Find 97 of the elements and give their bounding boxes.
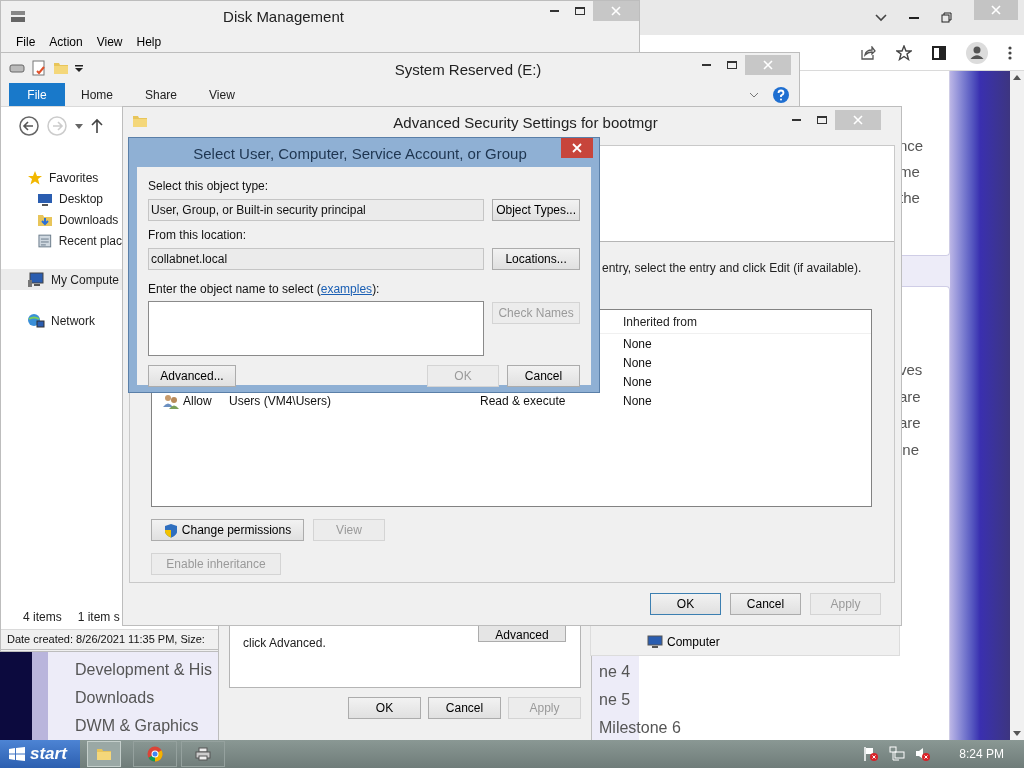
star-icon	[27, 169, 43, 186]
computer-label: Computer	[667, 634, 720, 651]
menu-item[interactable]: Help	[131, 33, 167, 51]
dialog-title: Select User, Computer, Service Account, or Group	[192, 144, 528, 164]
menu-item[interactable]: View	[91, 33, 128, 51]
ribbon-tab[interactable]: Home	[65, 83, 129, 106]
star-icon[interactable]	[896, 44, 912, 61]
new-folder-icon	[53, 60, 69, 76]
close-icon	[572, 143, 582, 153]
computer-icon	[27, 271, 45, 288]
nav-item[interactable]: Recent plac	[1, 230, 122, 251]
taskbar-browser-button[interactable]	[133, 741, 177, 767]
examples-link[interactable]: examples	[320, 282, 373, 296]
dialog-button[interactable]: Cancel	[730, 593, 801, 615]
restore-icon[interactable]	[941, 12, 952, 23]
window-title: Disk Management	[222, 7, 345, 27]
scroll-up-arrow-icon[interactable]	[1013, 75, 1021, 80]
share-icon[interactable]	[860, 45, 876, 60]
window-title: Advanced Security Settings for bootmgr	[392, 113, 659, 133]
location-field: collabnet.local	[148, 248, 485, 270]
principal-cell-text: Users (VM4\Users)	[229, 392, 332, 410]
ribbon-tab[interactable]: File	[9, 83, 65, 106]
inherited-cell-text: None	[623, 392, 652, 410]
dialog-button[interactable]: OK	[650, 593, 721, 615]
inherited-cell-text: None	[623, 354, 652, 372]
locations-button[interactable]: Locations...	[492, 248, 580, 270]
network-icon	[27, 312, 45, 329]
close-icon	[611, 6, 621, 16]
nav-item[interactable]: Desktop	[1, 188, 122, 209]
field-label: Enter the object name to select (examples):	[148, 281, 381, 298]
card-text: Milestone 6	[599, 718, 682, 738]
minimize-icon[interactable]	[909, 16, 919, 19]
close-button[interactable]	[561, 138, 593, 158]
ribbon-tab[interactable]: View	[193, 83, 251, 106]
scrollbar[interactable]	[1010, 71, 1024, 740]
printer-icon	[195, 747, 211, 761]
inherited-cell-text: None	[623, 335, 652, 353]
start-button[interactable]: start	[0, 740, 80, 768]
browser-icon	[147, 746, 163, 762]
menu-item[interactable]: File	[11, 33, 41, 51]
nav-item[interactable]: Downloads	[1, 209, 122, 230]
taskbar-printer-button[interactable]	[181, 741, 225, 767]
card-text: ne 4	[599, 662, 632, 682]
profile-icon[interactable]	[966, 41, 988, 64]
more-menu-icon[interactable]	[1008, 45, 1012, 60]
nav-item[interactable]: Network	[1, 310, 122, 331]
object-type-field: User, Group, or Built-in security principal	[148, 199, 485, 221]
menu-item[interactable]: Action	[44, 33, 88, 51]
speaker-muted-icon[interactable]	[915, 746, 932, 762]
nav-item[interactable]: Favorites	[1, 167, 122, 188]
dialog-button[interactable]: Cancel	[507, 365, 580, 387]
advanced-button[interactable]: Advanced	[478, 626, 566, 642]
recent-places-icon	[37, 232, 53, 249]
object-name-field[interactable]	[148, 301, 485, 356]
dialog-button[interactable]: Advanced...	[148, 365, 236, 387]
folder-icon	[132, 113, 148, 129]
side-panel-icon[interactable]	[932, 45, 946, 60]
card-text: ne 5	[599, 690, 632, 710]
up-arrow-icon[interactable]	[91, 118, 103, 134]
dialog-button[interactable]: Cancel	[428, 697, 501, 719]
dialog-button[interactable]: OK	[348, 697, 421, 719]
scroll-down-arrow-icon[interactable]	[1013, 731, 1021, 736]
close-icon	[991, 5, 1001, 15]
field-label: From this location:	[148, 227, 248, 244]
object-types-button[interactable]: Object Types...	[492, 199, 580, 221]
nav-item[interactable]: My Compute	[1, 269, 122, 290]
chevron-down-icon[interactable]	[749, 91, 759, 98]
dropdown-icon[interactable]	[75, 64, 83, 72]
status-text: 4 items	[23, 609, 62, 626]
ribbon-tab[interactable]: Share	[129, 83, 194, 106]
shield-icon	[163, 522, 178, 538]
action-button[interactable]: Change permissions	[151, 519, 304, 541]
column-header[interactable]: Inherited from	[623, 312, 698, 331]
network-icon[interactable]	[889, 746, 906, 762]
close-icon	[763, 60, 773, 70]
status-text: 1 item s	[77, 609, 120, 626]
clock[interactable]: 8:24 PM	[959, 745, 1004, 763]
drive-icon[interactable]	[9, 62, 25, 74]
type-cell-text: Allow	[182, 392, 213, 410]
instruction-text: click Advanced.	[242, 635, 327, 652]
windows-logo-icon	[8, 746, 26, 762]
disk-icon	[10, 8, 26, 24]
computer-icon	[647, 635, 663, 649]
details-text: Date created: 8/26/2021 11:35 PM, Size:	[7, 632, 205, 648]
help-icon[interactable]	[773, 86, 789, 103]
properties-icon[interactable]	[31, 60, 47, 76]
field-label: Select this object type:	[148, 178, 270, 195]
chevron-down-icon[interactable]	[875, 13, 887, 22]
back-icon[interactable]	[19, 116, 39, 136]
close-icon	[853, 115, 863, 125]
users-icon	[161, 392, 180, 409]
instruction-text: entry, select the entry and click Edit (if available).	[602, 260, 863, 277]
flag-alert-icon[interactable]	[863, 746, 880, 762]
folder-icon	[96, 746, 112, 762]
window-title: System Reserved (E:)	[393, 60, 543, 80]
access-cell-text: Read & execute	[480, 392, 567, 410]
permission-row[interactable]: Allow Users (VM4\Users) Read & execute None	[152, 391, 871, 410]
